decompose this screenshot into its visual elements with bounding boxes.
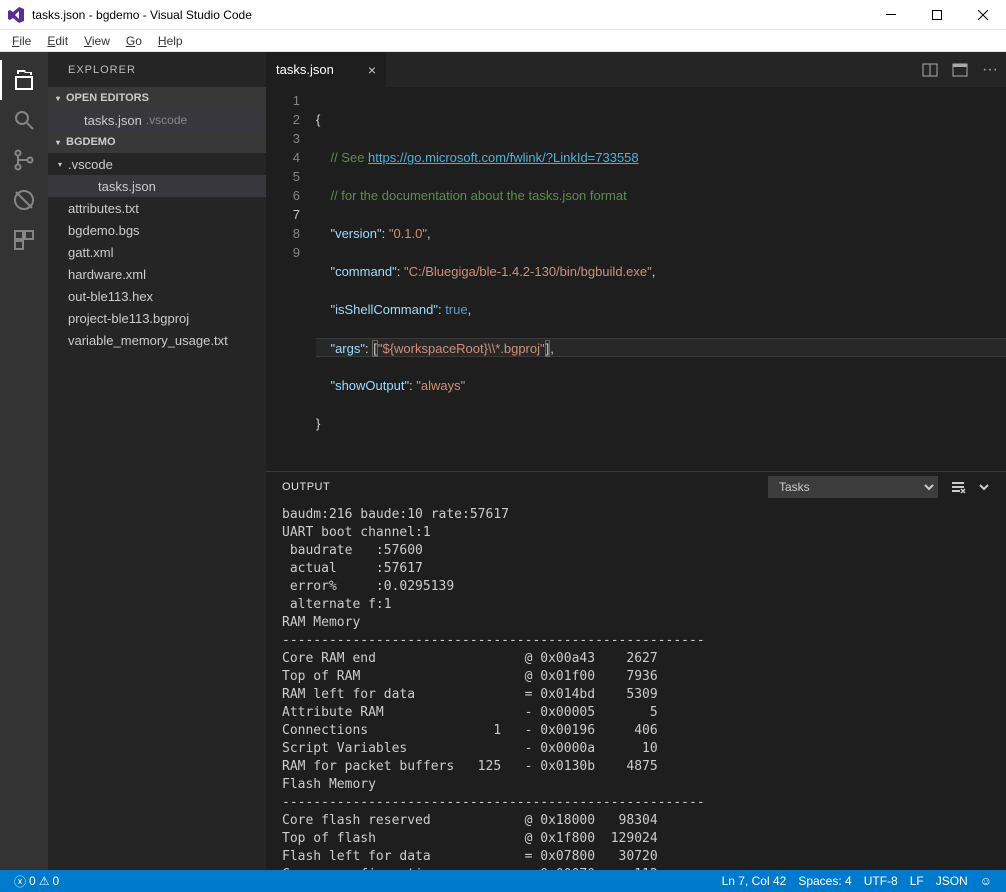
line-gutter: 123456789 (266, 91, 316, 471)
folder-header[interactable]: ▾BGDEMO (48, 131, 266, 153)
output-body[interactable]: baudm:216 baude:10 rate:57617 UART boot … (266, 502, 1006, 870)
editor-group: tasks.json × ··· 123456789 { // See http… (266, 52, 1006, 870)
activity-extensions[interactable] (0, 220, 48, 260)
file-tasks-json[interactable]: tasks.json (48, 175, 266, 197)
titlebar: tasks.json - bgdemo - Visual Studio Code (0, 0, 1006, 30)
open-editors-tree: tasks.json .vscode (48, 109, 266, 131)
window-title: tasks.json - bgdemo - Visual Studio Code (32, 8, 868, 22)
open-editors-header[interactable]: ▾OPEN EDITORS (48, 87, 266, 109)
code-lines[interactable]: { // See https://go.microsoft.com/fwlink… (316, 91, 1006, 471)
status-encoding[interactable]: UTF-8 (858, 874, 904, 888)
menu-go[interactable]: Go (118, 32, 150, 50)
activity-bar (0, 52, 48, 870)
file-item[interactable]: gatt.xml (48, 241, 266, 263)
output-tab[interactable]: OUTPUT (282, 481, 330, 493)
minimize-button[interactable] (868, 0, 914, 30)
tab-actions: ··· (922, 52, 1006, 87)
close-button[interactable] (960, 0, 1006, 30)
output-panel-header: OUTPUT Tasks (266, 472, 1006, 502)
status-language[interactable]: JSON (930, 874, 974, 888)
status-feedback-icon[interactable]: ☺ (974, 874, 998, 888)
show-opened-editors-icon[interactable] (952, 62, 968, 78)
status-errors-warnings[interactable]: ⓧ0 ⚠0 (8, 873, 65, 890)
code-editor[interactable]: 123456789 { // See https://go.microsoft.… (266, 87, 1006, 471)
status-spaces[interactable]: Spaces: 4 (792, 874, 857, 888)
split-editor-icon[interactable] (922, 62, 938, 78)
activity-explorer[interactable] (0, 60, 48, 100)
error-icon: ⓧ (14, 873, 26, 890)
output-channel-selector[interactable]: Tasks (768, 476, 938, 498)
status-eol[interactable]: LF (904, 874, 930, 888)
activity-search[interactable] (0, 100, 48, 140)
menubar: File Edit View Go Help (0, 30, 1006, 52)
maximize-button[interactable] (914, 0, 960, 30)
tabbar: tasks.json × ··· (266, 52, 1006, 87)
window-controls (868, 0, 1006, 30)
menu-file[interactable]: File (4, 32, 39, 50)
file-item[interactable]: project-ble113.bgproj (48, 307, 266, 329)
tab-close-button[interactable]: × (356, 62, 376, 78)
activity-debug[interactable] (0, 180, 48, 220)
clear-output-icon[interactable] (950, 480, 966, 494)
file-item[interactable]: bgdemo.bgs (48, 219, 266, 241)
file-item[interactable]: variable_memory_usage.txt (48, 329, 266, 351)
more-actions-icon[interactable]: ··· (982, 61, 998, 79)
panel-chevron-icon[interactable] (978, 481, 990, 493)
tab-tasks-json[interactable]: tasks.json × (266, 52, 386, 87)
output-panel: OUTPUT Tasks baudm:216 baude:10 rate:576… (266, 471, 1006, 870)
workbench: EXPLORER ▾OPEN EDITORS tasks.json .vscod… (0, 52, 1006, 870)
status-cursor[interactable]: Ln 7, Col 42 (716, 874, 793, 888)
folder-tree: ▾.vscode tasks.json attributes.txt bgdem… (48, 153, 266, 351)
folder-vscode[interactable]: ▾.vscode (48, 153, 266, 175)
statusbar: ⓧ0 ⚠0 Ln 7, Col 42 Spaces: 4 UTF-8 LF JS… (0, 870, 1006, 892)
sidebar: EXPLORER ▾OPEN EDITORS tasks.json .vscod… (48, 52, 266, 870)
menu-edit[interactable]: Edit (39, 32, 76, 50)
file-item[interactable]: attributes.txt (48, 197, 266, 219)
file-item[interactable]: hardware.xml (48, 263, 266, 285)
vscode-app-icon (8, 7, 24, 23)
file-item[interactable]: out-ble113.hex (48, 285, 266, 307)
open-editor-item[interactable]: tasks.json .vscode (48, 109, 266, 131)
activity-git[interactable] (0, 140, 48, 180)
warning-icon: ⚠ (39, 874, 50, 888)
menu-view[interactable]: View (76, 32, 118, 50)
sidebar-title: EXPLORER (48, 52, 266, 87)
tab-label: tasks.json (276, 62, 334, 77)
menu-help[interactable]: Help (150, 32, 191, 50)
